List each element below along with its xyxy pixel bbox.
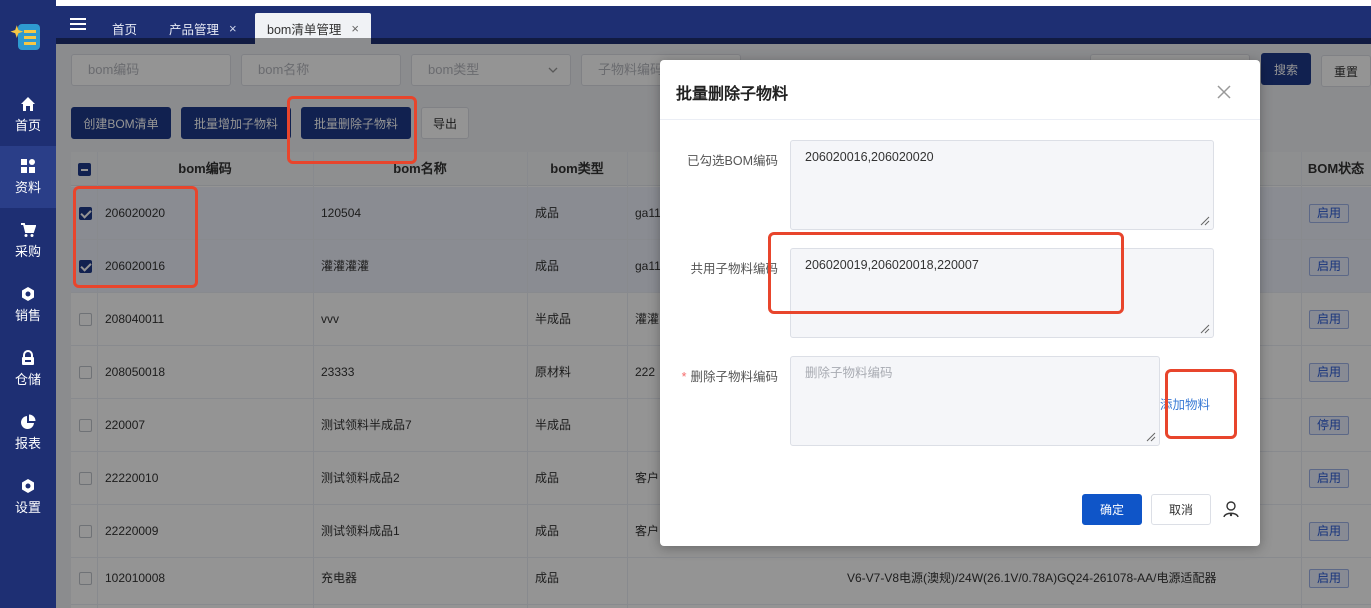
dialog-title: 批量删除子物料 [676, 86, 789, 103]
sidebar-item-label: 报表 [14, 436, 41, 451]
sidebar-item-label: 销售 [14, 308, 41, 323]
sidebar-item-warehouse[interactable]: 仓储 [0, 338, 56, 400]
close-icon[interactable] [1216, 84, 1232, 100]
sidebar-item-label: 首页 [14, 118, 41, 133]
tab-label: 首页 [112, 23, 138, 37]
selected-bom-textarea[interactable]: 206020016,206020020 [790, 140, 1214, 230]
sidebar-item-sales[interactable]: 销售 [0, 274, 56, 336]
annotation-box-add-material [1165, 369, 1237, 439]
annotation-box-batch-delete [287, 96, 417, 164]
sidebar-item-label: 资料 [14, 180, 41, 195]
sidebar-item-settings[interactable]: 设置 [0, 466, 56, 528]
user-icon[interactable] [1222, 500, 1240, 518]
cancel-button[interactable]: 取消 [1151, 494, 1211, 525]
delete-child-textarea[interactable]: 删除子物料编码 [790, 356, 1160, 446]
sidebar: 首页 资料 采购 销售 仓储 报表 设置 [0, 0, 56, 608]
delete-child-label-text: 删除子物料编码 [690, 370, 778, 384]
app-logo-icon [10, 24, 40, 50]
pie-icon [21, 414, 36, 429]
home-icon [21, 97, 35, 111]
shared-child-label: 共用子物料编码 [690, 262, 778, 276]
selected-bom-label: 已勾选BOM编码 [687, 154, 778, 168]
resize-handle-icon[interactable] [1146, 432, 1156, 442]
annotation-box-shared-codes [768, 232, 1124, 314]
lock-icon [22, 350, 34, 365]
resize-handle-icon[interactable] [1200, 216, 1210, 226]
sidebar-item-label: 仓储 [14, 372, 41, 387]
close-icon[interactable]: × [351, 21, 359, 36]
tab-label: bom清单管理 [267, 23, 342, 37]
sidebar-item-data[interactable]: 资料 [0, 146, 56, 208]
delete-child-label: * 删除子物料编码 [682, 366, 778, 385]
sidebar-item-label: 设置 [14, 500, 41, 515]
sidebar-item-home[interactable]: 首页 [0, 84, 56, 146]
grid-icon [21, 159, 35, 173]
sidebar-item-purchase[interactable]: 采购 [0, 210, 56, 272]
dialog-header: 批量删除子物料 [660, 60, 1260, 120]
resize-handle-icon[interactable] [1200, 324, 1210, 334]
sidebar-item-label: 采购 [14, 244, 41, 259]
confirm-button[interactable]: 确定 [1082, 494, 1142, 525]
required-mark: * [681, 370, 687, 384]
tab-label: 产品管理 [169, 23, 220, 37]
close-icon[interactable]: × [229, 21, 237, 36]
hexagon-icon [22, 287, 34, 301]
annotation-box-selected-rows [73, 186, 198, 288]
menu-toggle-icon[interactable] [70, 18, 86, 30]
gear-icon [22, 479, 34, 493]
sidebar-item-reports[interactable]: 报表 [0, 402, 56, 464]
cart-icon [21, 223, 36, 237]
